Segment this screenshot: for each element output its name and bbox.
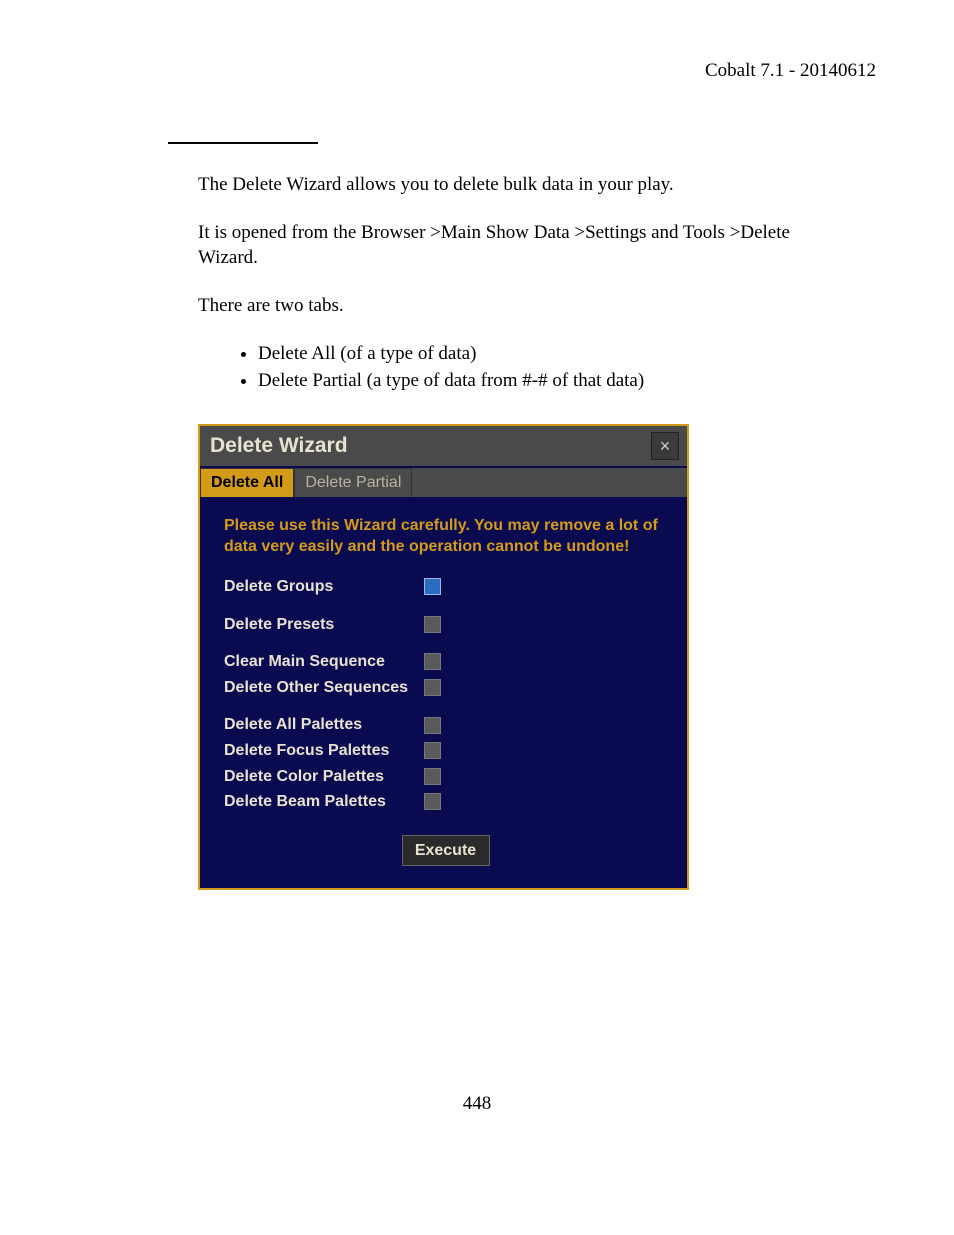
option-rows: Delete Groups Delete Presets Clear Main Se… xyxy=(224,576,667,813)
option-label: Clear Main Sequence xyxy=(224,651,424,673)
delete-wizard-window: Delete Wizard × Delete All Delete Partia… xyxy=(198,424,689,890)
option-label: Delete Color Palettes xyxy=(224,766,424,788)
warning-text: Please use this Wizard carefully. You ma… xyxy=(224,515,667,558)
tab-bar: Delete All Delete Partial xyxy=(200,468,687,497)
execute-button[interactable]: Execute xyxy=(402,835,490,867)
checkbox[interactable] xyxy=(424,768,441,785)
tab-delete-all[interactable]: Delete All xyxy=(200,468,294,497)
wizard-panel: Please use this Wizard carefully. You ma… xyxy=(200,497,687,889)
tab-delete-partial[interactable]: Delete Partial xyxy=(294,468,412,497)
option-row: Delete Beam Palettes xyxy=(224,791,667,813)
checkbox[interactable] xyxy=(424,742,441,759)
option-row: Delete Presets xyxy=(224,614,667,636)
bullet-item: Delete All (of a type of data) xyxy=(258,341,836,367)
option-row: Clear Main Sequence xyxy=(224,651,667,673)
option-label: Delete Focus Palettes xyxy=(224,740,424,762)
body-text: The Delete Wizard allows you to delete b… xyxy=(198,172,836,890)
checkbox[interactable] xyxy=(424,793,441,810)
option-row: Delete Other Sequences xyxy=(224,677,667,699)
checkbox[interactable] xyxy=(424,578,441,595)
checkbox[interactable] xyxy=(424,679,441,696)
section-rule xyxy=(168,142,318,144)
bullet-list: Delete All (of a type of data) Delete Pa… xyxy=(238,341,836,394)
checkbox[interactable] xyxy=(424,616,441,633)
bullet-item: Delete Partial (a type of data from #-# … xyxy=(258,368,836,394)
paragraph-3: There are two tabs. xyxy=(198,293,836,319)
checkbox[interactable] xyxy=(424,653,441,670)
page-number: 448 xyxy=(0,1093,954,1115)
option-label: Delete Beam Palettes xyxy=(224,791,424,813)
option-label: Delete Groups xyxy=(224,576,424,598)
paragraph-2: It is opened from the Browser >Main Show… xyxy=(198,220,836,271)
option-row: Delete Focus Palettes xyxy=(224,740,667,762)
checkbox[interactable] xyxy=(424,717,441,734)
option-label: Delete Other Sequences xyxy=(224,677,424,699)
option-label: Delete All Palettes xyxy=(224,714,424,736)
paragraph-1: The Delete Wizard allows you to delete b… xyxy=(198,172,836,198)
close-icon[interactable]: × xyxy=(651,432,679,460)
titlebar: Delete Wizard × xyxy=(200,426,687,466)
page-header: Cobalt 7.1 - 20140612 xyxy=(78,60,876,82)
option-row: Delete All Palettes xyxy=(224,714,667,736)
window-title: Delete Wizard xyxy=(210,432,348,460)
option-row: Delete Groups xyxy=(224,576,667,598)
option-row: Delete Color Palettes xyxy=(224,766,667,788)
option-label: Delete Presets xyxy=(224,614,424,636)
